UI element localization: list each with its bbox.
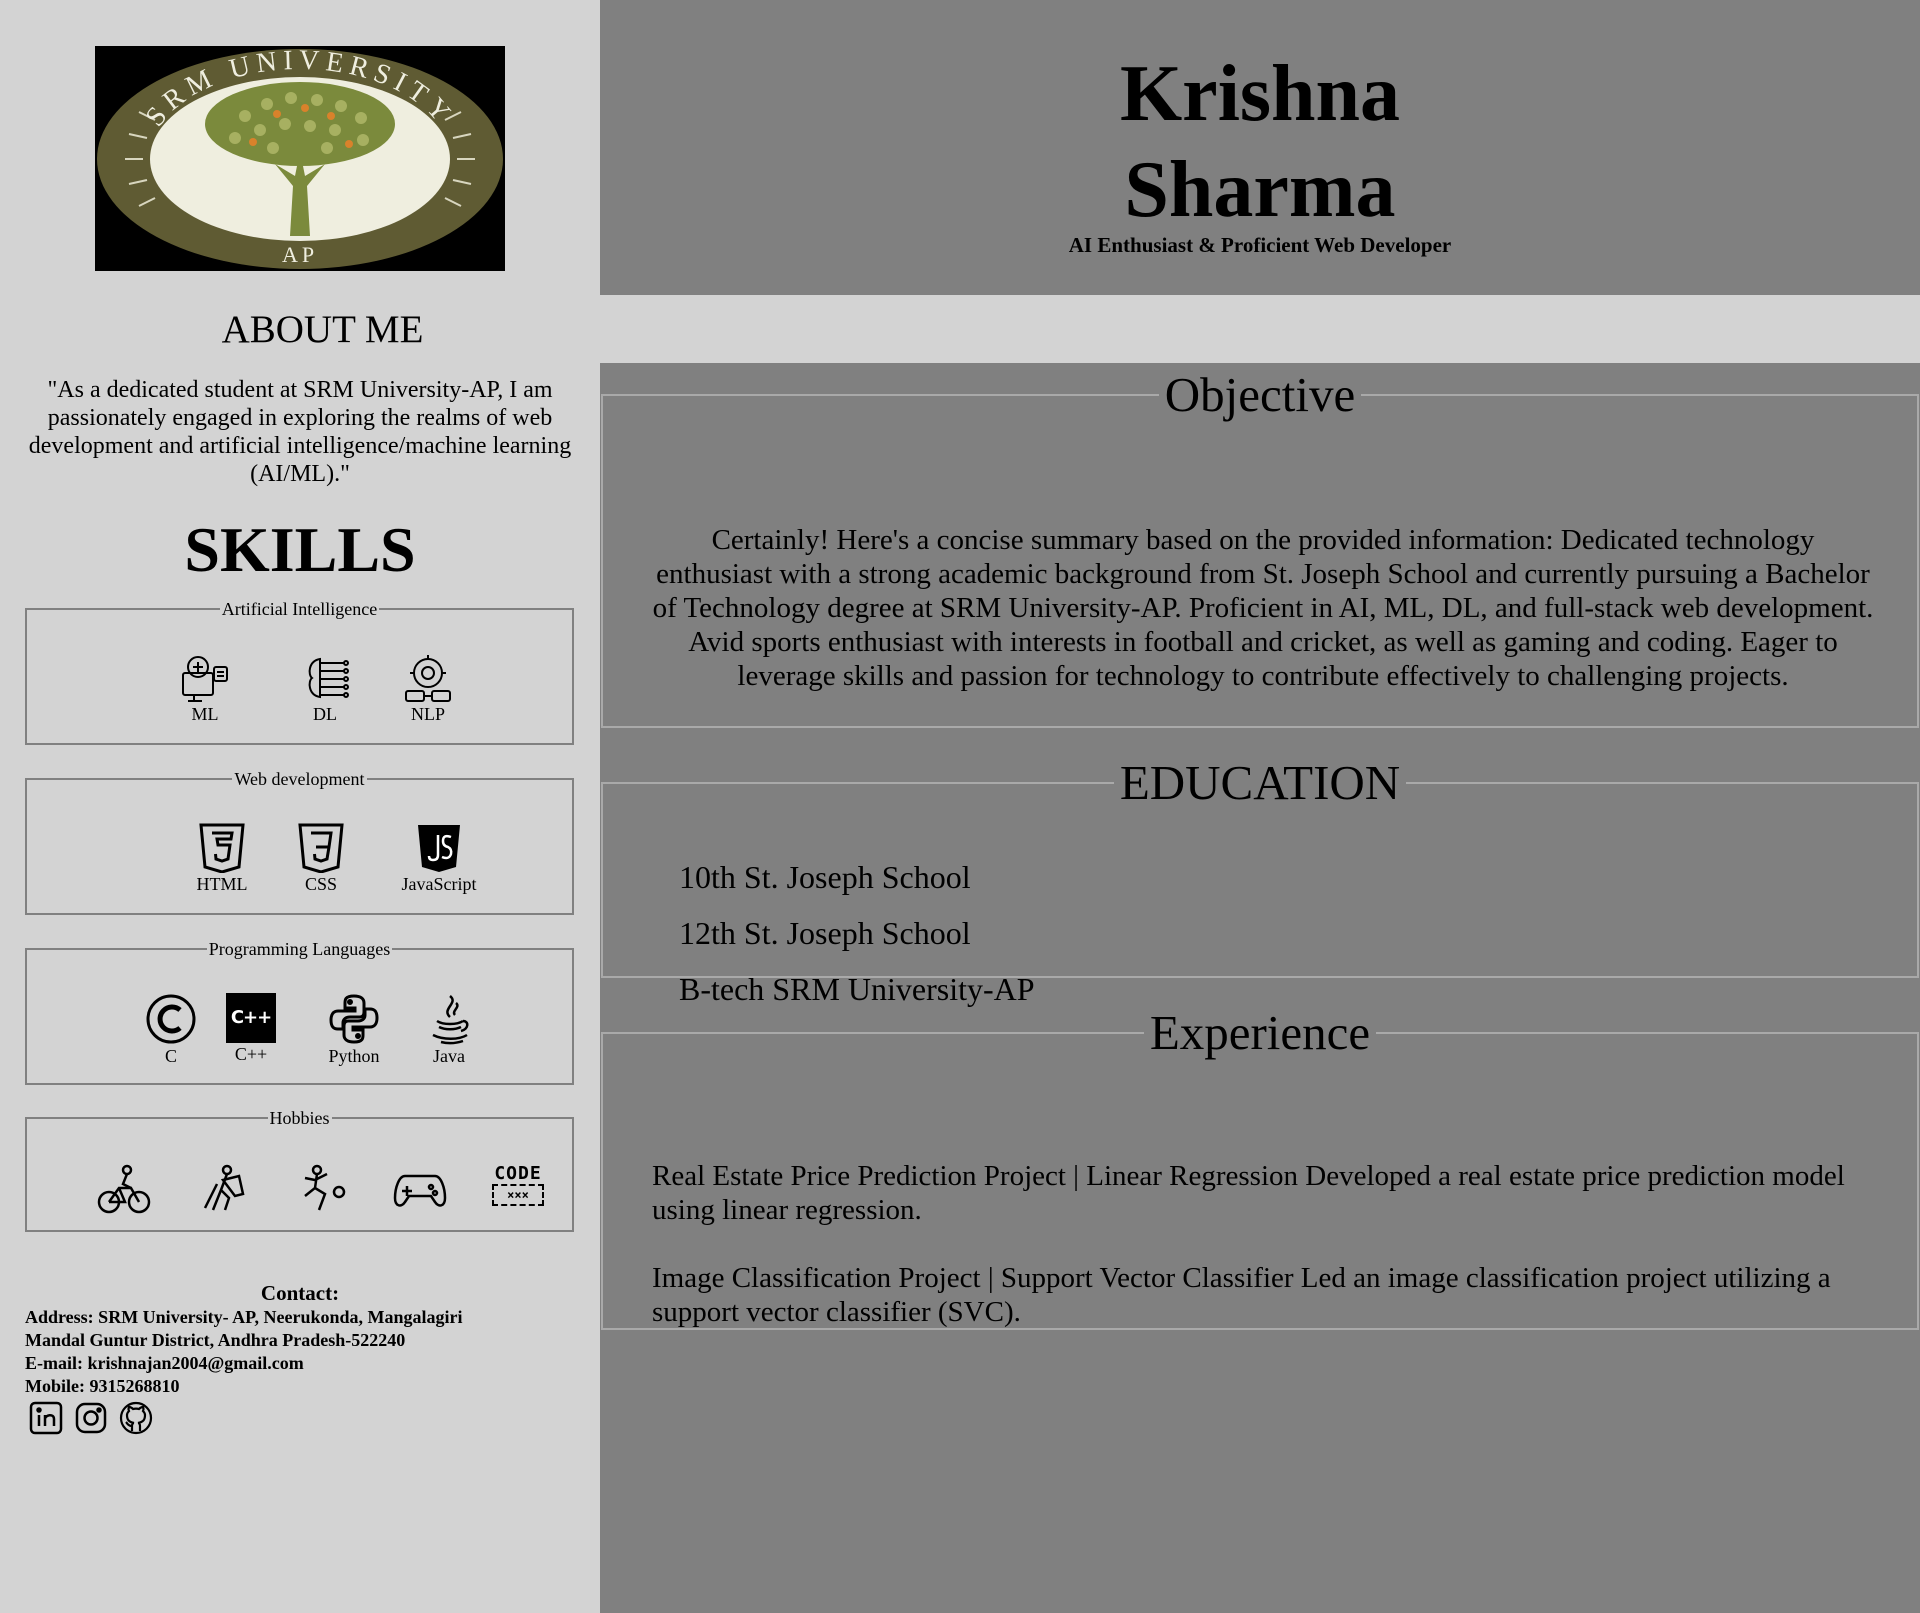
skill-label: DL <box>313 704 337 724</box>
education-section: EDUCATION 10th St. Joseph School 12th St… <box>601 755 1919 1007</box>
javascript-icon <box>418 825 460 872</box>
experience-item: Real Estate Price Prediction Project | L… <box>652 1160 1845 1226</box>
github-icon[interactable] <box>118 1400 154 1436</box>
skill-label: HTML <box>196 874 248 894</box>
linkedin-icon[interactable] <box>28 1400 64 1436</box>
first-name: Krishna <box>1119 50 1401 138</box>
education-heading: EDUCATION <box>1119 755 1401 810</box>
experience-heading: Experience <box>1149 1005 1371 1060</box>
tagline: AI Enthusiast & Proficient Web Developer <box>1068 233 1452 257</box>
about-me-text: "As a dedicated student at SRM Universit… <box>28 377 572 487</box>
hobby-coding: CODE ××× <box>491 1164 545 1206</box>
skill-group-programming: Programming Languages C C++ C++ Python J… <box>25 939 574 1085</box>
contact-heading: Contact: <box>260 1281 340 1305</box>
skill-group-web: Web development HTML CSS JavaScript <box>25 769 574 915</box>
contact-address-line2: Mandal Guntur District, Andhra Pradesh-5… <box>25 1330 406 1350</box>
social-links <box>28 1400 159 1440</box>
ml-icon <box>182 656 228 702</box>
header: Krishna Sharma AI Enthusiast & Proficien… <box>600 0 1920 295</box>
education-item: 10th St. Joseph School <box>679 859 971 895</box>
skill-label: ML <box>191 704 219 724</box>
skill-group-legend: Hobbies <box>269 1108 330 1128</box>
skill-label: Java <box>433 1046 465 1066</box>
contact-address-line1: Address: SRM University- AP, Neerukonda,… <box>25 1307 463 1327</box>
java-icon <box>432 995 469 1045</box>
name-heading: Krishna Sharma <box>600 46 1920 238</box>
hobby-cricket <box>197 1164 251 1214</box>
skill-label: JavaScript <box>401 874 477 894</box>
skill-nlp: NLP <box>393 653 463 725</box>
hobby-football <box>295 1164 349 1214</box>
hobby-gaming <box>393 1164 447 1214</box>
skill-group-hobbies: Hobbies CODE ××× <box>25 1108 574 1232</box>
experience-section: Experience Real Estate Price Prediction … <box>601 1007 1919 1330</box>
gamepad-icon <box>393 1174 447 1207</box>
education-item: 12th St. Joseph School <box>679 915 971 951</box>
skill-cpp: C++ C++ <box>225 993 277 1065</box>
last-name: Sharma <box>1124 146 1396 234</box>
skill-group-legend: Artificial Intelligence <box>221 599 378 619</box>
education-item: B-tech SRM University-AP <box>679 971 1035 1007</box>
skill-label: C++ <box>234 1044 268 1064</box>
skill-ml: ML <box>175 653 235 725</box>
skill-javascript: JavaScript <box>389 823 489 895</box>
skill-label: C <box>164 1046 177 1066</box>
contact-email: E-mail: krishnajan2004@gmail.com <box>25 1353 304 1373</box>
objective-section: Objective Certainly! Here's a concise su… <box>601 369 1919 728</box>
c-language-icon <box>146 994 196 1044</box>
skill-label: CSS <box>304 874 338 894</box>
html5-icon <box>199 823 245 873</box>
instagram-icon[interactable] <box>73 1400 109 1436</box>
skill-python: Python <box>319 993 389 1067</box>
cycling-icon <box>97 1164 151 1214</box>
skill-group-legend: Web development <box>234 769 365 789</box>
skills-heading: SKILLS <box>184 514 416 585</box>
cpp-icon: C++ <box>226 993 276 1043</box>
skill-label: NLP <box>410 704 445 724</box>
skill-css: CSS <box>291 823 351 895</box>
cricket-icon <box>203 1164 245 1211</box>
contact-mobile: Mobile: 9315268810 <box>25 1376 180 1396</box>
python-icon <box>329 994 379 1044</box>
skill-html: HTML <box>187 823 257 895</box>
contact-details: Address: SRM University- AP, Neerukonda,… <box>25 1306 585 1398</box>
objective-text: Certainly! Here's a concise summary base… <box>652 524 1874 692</box>
experience-item: Image Classification Project | Support V… <box>652 1262 1831 1328</box>
skill-group-legend: Programming Languages <box>208 939 391 959</box>
css3-icon <box>298 823 344 873</box>
hobby-cycling <box>97 1164 151 1214</box>
football-icon <box>304 1164 346 1211</box>
header-divider-band <box>600 295 1920 363</box>
nlp-icon <box>405 655 451 702</box>
skill-c: C <box>145 993 197 1067</box>
sidebar: SRM UNIVERSITY AP ABOUT ME "As a dedicat… <box>0 0 600 1613</box>
skill-group-ai: Artificial Intelligence ML DL NLP <box>25 599 574 745</box>
about-me-heading: ABOUT ME <box>221 308 424 351</box>
skill-dl: DL <box>295 653 355 725</box>
objective-heading: Objective <box>1164 367 1356 422</box>
skill-label: Python <box>328 1046 380 1066</box>
dl-icon <box>308 657 349 699</box>
code-icon: CODE ××× <box>492 1164 544 1206</box>
logo-bottom-text: AP <box>282 242 318 267</box>
skill-java: Java <box>419 993 479 1067</box>
srm-university-logo: SRM UNIVERSITY AP <box>95 46 505 271</box>
